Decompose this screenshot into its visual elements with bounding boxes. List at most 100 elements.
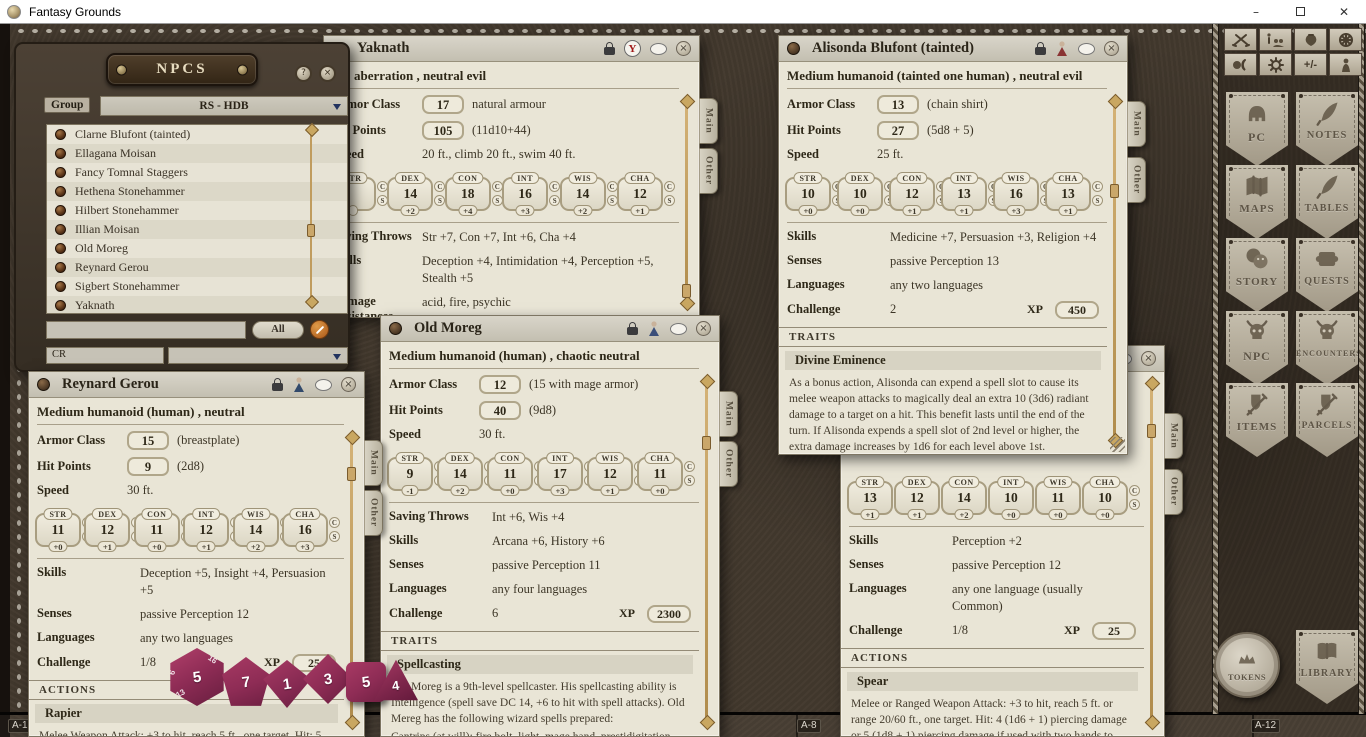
toolbar-dice-wheel-button[interactable] <box>1329 28 1362 51</box>
npc-list-item[interactable]: Hilbert Stonehammer <box>47 201 347 220</box>
window-header[interactable]: Yaknath Y × <box>324 36 699 62</box>
check-roll-button[interactable]: C <box>607 181 618 192</box>
list-scrollbar-rope[interactable] <box>310 126 313 306</box>
ability-int[interactable]: INT13+1CS <box>941 177 987 211</box>
sidebar-button-quests[interactable]: QUESTS <box>1296 238 1358 312</box>
npc-list-item[interactable]: Ellagana Moisan <box>47 144 347 163</box>
ability-dex[interactable]: DEX10+0CS <box>837 177 883 211</box>
os-titlebar[interactable]: Fantasy Grounds – ✕ <box>0 0 1366 24</box>
xp-value[interactable]: 2300 <box>647 605 691 623</box>
ability-dex[interactable]: DEX14+2CS <box>387 177 433 211</box>
sidebar-button-story[interactable]: STORY <box>1226 238 1288 312</box>
ac-value[interactable]: 15 <box>127 431 169 450</box>
scrollbar-slider[interactable] <box>347 467 356 481</box>
scrollbar-slider[interactable] <box>682 284 691 298</box>
sidebar-button-npc[interactable]: NPC <box>1226 311 1288 385</box>
check-roll-button[interactable]: C <box>377 181 388 192</box>
lock-icon[interactable] <box>627 327 638 335</box>
minimize-button[interactable]: – <box>1234 0 1278 23</box>
hp-value[interactable]: 40 <box>479 401 521 420</box>
ability-str[interactable]: STR10+0CS <box>785 177 831 211</box>
close-window-button[interactable]: ✕ <box>1322 0 1366 23</box>
check-roll-button[interactable]: C <box>1092 181 1103 192</box>
window-knob-icon[interactable] <box>389 322 402 335</box>
ability-dex[interactable]: DEX14+2CS <box>437 457 483 491</box>
hotkey-slot-label[interactable]: A-12 <box>1251 719 1280 733</box>
ability-con[interactable]: CON18+4CS <box>445 177 491 211</box>
scrollbar-rope[interactable] <box>705 384 708 720</box>
sidebar-button-library[interactable]: LIBRARY <box>1296 630 1358 704</box>
check-roll-button[interactable]: C <box>492 181 503 192</box>
ability-str[interactable]: STR9-1CS <box>387 457 433 491</box>
ac-value[interactable]: 12 <box>479 375 521 394</box>
window-header[interactable]: Reynard Gerou × <box>29 372 364 398</box>
ability-wis[interactable]: WIS14+2CS <box>560 177 606 211</box>
tab-main[interactable]: Main <box>364 440 383 486</box>
toolbar-character-button[interactable] <box>1329 53 1362 76</box>
scrollbar-slider[interactable] <box>1147 424 1156 438</box>
sidebar-button-notes[interactable]: NOTES <box>1296 92 1358 166</box>
ac-value[interactable]: 13 <box>877 95 919 114</box>
sidebar-button-parcels[interactable]: PARCELS <box>1296 383 1358 457</box>
tab-main[interactable]: Main <box>1164 413 1183 459</box>
ability-wis[interactable]: WIS11+0CS <box>1035 481 1081 515</box>
hotkey-slot-label[interactable]: A-8 <box>797 719 821 733</box>
ability-cha[interactable]: CHA12+1CS <box>617 177 663 211</box>
toolbar-party-info-button[interactable] <box>1259 28 1292 51</box>
hp-value[interactable]: 27 <box>877 121 919 140</box>
ability-str[interactable]: STR13+1CS <box>847 481 893 515</box>
close-button[interactable]: × <box>696 321 711 336</box>
npc-list-item[interactable]: Fancy Tomnal Staggers <box>47 163 347 182</box>
xp-value[interactable]: 450 <box>1055 301 1099 319</box>
action-name[interactable]: Rapier <box>35 704 338 723</box>
save-roll-button[interactable]: S <box>684 475 695 486</box>
token-figure-icon[interactable] <box>292 377 306 393</box>
lock-icon[interactable] <box>272 383 283 391</box>
ability-int[interactable]: INT12+1CS <box>183 513 229 547</box>
close-knob-button[interactable]: × <box>319 65 336 82</box>
window-header[interactable]: Alisonda Blufont (tainted) × <box>779 36 1127 62</box>
cr-filter-field[interactable]: CR <box>46 347 164 364</box>
check-roll-button[interactable]: C <box>1129 485 1140 496</box>
tab-other[interactable]: Other <box>719 441 738 487</box>
chat-bubble-icon[interactable] <box>650 43 667 55</box>
ability-wis[interactable]: WIS14+2CS <box>233 513 279 547</box>
sidebar-button-encounters[interactable]: ENCOUNTERS <box>1296 311 1358 385</box>
check-roll-button[interactable]: C <box>329 517 340 528</box>
lock-icon[interactable] <box>604 47 615 55</box>
token-figure-icon[interactable] <box>647 321 661 337</box>
tab-main[interactable]: Main <box>1127 101 1146 147</box>
tab-other[interactable]: Other <box>699 148 718 194</box>
check-roll-button[interactable]: C <box>549 181 560 192</box>
ability-con[interactable]: CON11+0CS <box>487 457 533 491</box>
sidebar-button-tables[interactable]: TABLES <box>1296 165 1358 239</box>
scrollbar-slider[interactable] <box>1110 184 1119 198</box>
list-scrollbar-slider[interactable] <box>307 224 315 237</box>
toolbar-day-night-button[interactable] <box>1224 53 1257 76</box>
tab-other[interactable]: Other <box>1127 157 1146 203</box>
npc-list-item[interactable]: Reynard Gerou <box>47 258 347 277</box>
npc-list-item[interactable]: Sigbert Stonehammer <box>47 277 347 296</box>
action-name[interactable]: Spear <box>847 672 1138 691</box>
window-knob-icon[interactable] <box>37 378 50 391</box>
ability-cha[interactable]: CHA16+3CS <box>282 513 328 547</box>
chat-bubble-icon[interactable] <box>1078 43 1095 55</box>
ability-con[interactable]: CON11+0CS <box>134 513 180 547</box>
window-knob-icon[interactable] <box>787 42 800 55</box>
tab-other[interactable]: Other <box>1164 469 1183 515</box>
window-header[interactable]: Old Moreg × <box>381 316 719 342</box>
ability-con[interactable]: CON14+2CS <box>941 481 987 515</box>
ability-int[interactable]: INT16+3CS <box>502 177 548 211</box>
sidebar-button-tokens[interactable]: TOKENS <box>1214 632 1280 698</box>
toolbar-modifiers-button[interactable]: +/- <box>1294 53 1327 76</box>
close-button[interactable]: × <box>1141 351 1156 366</box>
scrollbar-slider[interactable] <box>702 436 711 450</box>
npc-list-item[interactable]: Clarne Blufont (tainted) <box>47 125 347 144</box>
ability-dex[interactable]: DEX12+1CS <box>84 513 130 547</box>
ability-int[interactable]: INT10+0CS <box>988 481 1034 515</box>
npcs-window-title-plaque[interactable]: NPCS <box>106 53 258 86</box>
chat-bubble-icon[interactable] <box>670 323 687 335</box>
sidebar-button-pc[interactable]: PC <box>1226 92 1288 166</box>
chat-bubble-icon[interactable] <box>315 379 332 391</box>
ability-int[interactable]: INT17+3CS <box>537 457 583 491</box>
